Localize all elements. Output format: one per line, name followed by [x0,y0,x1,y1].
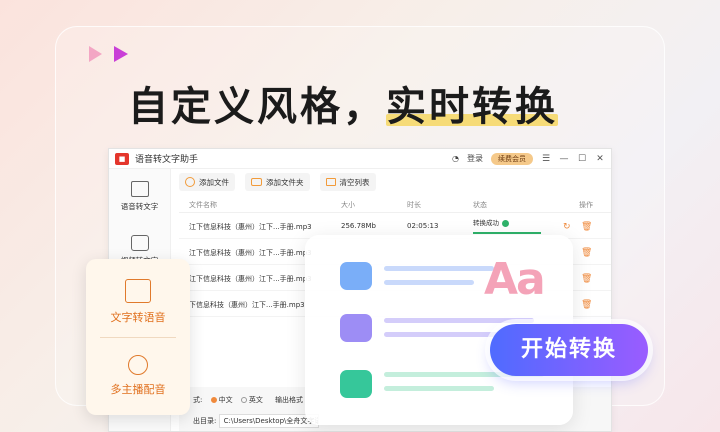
video-camera-icon [340,314,372,342]
radio-english-label: 英文 [248,396,263,404]
file-name: 江下信息科技（惠州）江下...手册.mp3 [189,275,312,283]
col-header-status: 状态 [473,201,487,209]
file-name: 下信息科技（惠州）江下...手册.mp3 [189,301,305,309]
sidebar-item-speech-to-text[interactable]: 语音转文字 [109,169,170,223]
login-button[interactable]: 登录 [467,153,483,164]
file-name: 江下信息科技（惠州）江下...手册.mp3 [189,223,312,231]
trash-icon[interactable]: 🗑 [581,274,592,284]
video-line [384,332,504,337]
audio-line [384,280,474,285]
headline-part2: 实时转换 [386,84,558,130]
vip-button[interactable]: 续费会员 [491,152,533,165]
maximize-icon[interactable]: ☐ [577,154,587,164]
table-header: 文件名称 大小 时长 状态 操作 [179,197,611,213]
refresh-icon[interactable]: ↻ [563,222,571,232]
page-title: 自定义风格，实时转换 [128,74,558,132]
radio-chinese[interactable] [210,397,217,403]
clear-list-label: 清空列表 [339,177,370,187]
headline-part1: 自定义风格， [128,84,386,130]
feature-card-left: 文字转语音 多主播配音 [86,259,190,415]
radio-english[interactable] [240,397,247,403]
add-folder-label: 添加文件夹 [266,177,304,187]
close-icon[interactable]: ✕ [595,154,605,164]
check-icon [502,219,509,227]
col-header-name: 文件名称 [189,201,217,209]
add-folder-button[interactable]: 添加文件夹 [245,173,310,191]
file-duration: 02:05:13 [407,222,439,230]
user-plus-icon [128,355,148,375]
basket-icon [325,178,336,186]
multi-voice-item[interactable]: 多主播配音 [86,355,190,397]
sidebar-item-label: 语音转文字 [120,201,159,211]
add-file-label: 添加文件 [199,177,229,187]
radio-chinese-label: 中文 [218,396,233,404]
video-text-icon [130,234,149,251]
user-icon: ◔ [452,154,459,163]
text-line [384,386,494,391]
microphone-icon [340,262,372,290]
divider [100,337,176,338]
output-dir-label: 出目录: [193,417,217,425]
audio-line [384,266,494,271]
text-to-speech-item[interactable]: 文字转语音 [86,279,190,325]
start-conversion-button[interactable]: 开始转换 [490,324,648,376]
minimize-icon[interactable]: — [559,154,569,164]
brand-triangle-icon-2 [114,46,128,62]
text-speech-icon [125,279,151,303]
font-style-aa: Aa [484,254,546,305]
status-text: 转换成功 [473,219,499,227]
output-format-label: 输出格式 [275,396,304,404]
brand-triangle-icon [89,46,102,62]
format-label: 式: [193,396,203,404]
file-size: 256.78Mb [341,222,376,230]
col-header-duration: 时长 [407,201,421,209]
trash-icon[interactable]: 🗑 [581,248,592,258]
text-t-icon [340,370,372,398]
multi-voice-label: 多主播配音 [110,383,166,396]
trash-icon[interactable]: 🗑 [581,300,592,310]
toolbar: 添加文件 添加文件夹 清空列表 [179,173,376,191]
title-bar: ■ 语音转文字助手 ◔ 登录 续费会员 ☰ — ☐ ✕ [109,149,611,169]
menu-icon[interactable]: ☰ [541,154,551,164]
file-name: 江下信息科技（惠州）江下...手册.mp3 [189,249,312,257]
app-logo-icon: ■ [115,152,129,165]
progress-bar [473,232,541,234]
col-header-size: 大小 [341,201,355,209]
speech-text-icon [130,180,149,197]
status-badge: 转换成功 [473,217,509,227]
app-title: 语音转文字助手 [135,155,199,165]
plus-circle-icon [185,177,195,187]
add-file-button[interactable]: 添加文件 [179,173,235,191]
video-line [384,318,534,323]
col-header-actions: 操作 [579,201,593,209]
output-path-field[interactable]: C:\Users\Desktop\全舟文字语... [218,414,319,428]
clear-list-button[interactable]: 清空列表 [319,173,376,191]
trash-icon[interactable]: 🗑 [581,222,592,232]
folder-icon [251,178,262,186]
text-to-speech-label: 文字转语音 [110,311,166,324]
